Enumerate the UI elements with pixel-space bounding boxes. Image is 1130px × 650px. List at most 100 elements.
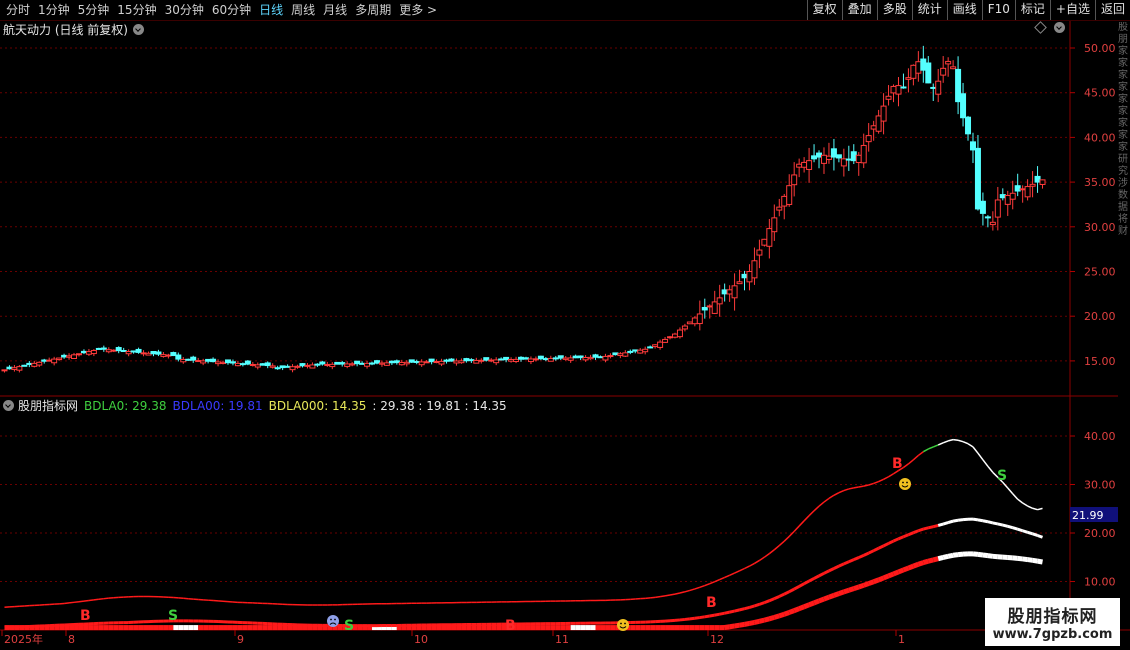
line-bdla000 — [952, 552, 959, 558]
line-bdla0 — [833, 491, 840, 496]
candle-body — [820, 154, 827, 164]
ind-highlight-label: 21.99 — [1072, 509, 1104, 522]
line-bdla000 — [783, 610, 791, 617]
candle-body — [249, 363, 256, 366]
candle-body — [657, 341, 664, 348]
line-bdla00 — [699, 615, 706, 620]
date-label: 9 — [237, 633, 244, 646]
line-bdla00 — [739, 607, 745, 612]
candle-body — [383, 362, 390, 366]
line-bdla00 — [788, 587, 795, 594]
candle-body — [31, 362, 38, 367]
candle-body — [433, 361, 440, 364]
candle-body — [542, 358, 549, 361]
candle-body — [567, 357, 574, 361]
candle-body — [448, 358, 455, 362]
line-bdla00 — [704, 614, 710, 619]
line-bdla0 — [793, 525, 800, 532]
line-bdla0 — [863, 484, 869, 487]
line-bdla0 — [942, 440, 949, 444]
candle-body — [557, 355, 564, 359]
candle-body — [811, 155, 818, 160]
line-bdla00 — [818, 571, 825, 578]
candle-body — [6, 366, 13, 370]
line-bdla0 — [788, 530, 795, 537]
line-bdla00 — [729, 609, 735, 614]
candle-body — [468, 359, 475, 362]
candle-body — [612, 352, 619, 356]
line-bdla00 — [1037, 534, 1044, 539]
candle-body — [71, 354, 78, 359]
line-bdla00 — [1007, 524, 1014, 530]
candle-body — [850, 151, 857, 162]
candle-body — [955, 68, 962, 103]
price-tick-label: 25.00 — [1084, 266, 1116, 279]
candle-body — [741, 273, 748, 279]
candle-body — [443, 359, 450, 362]
candle-body — [513, 358, 520, 362]
candle-body — [806, 160, 813, 170]
line-bdla000 — [977, 551, 984, 558]
line-bdla000 — [793, 606, 801, 613]
line-bdla00 — [694, 616, 701, 620]
line-bdla0 — [694, 586, 701, 590]
candle-body — [200, 360, 207, 364]
candle-body — [239, 363, 246, 366]
candle-body — [329, 363, 336, 368]
line-bdla000 — [1032, 557, 1038, 564]
candle-body — [627, 350, 634, 353]
line-bdla00 — [734, 608, 740, 613]
line-bdla000 — [892, 569, 900, 577]
line-bdla0 — [932, 444, 939, 448]
line-bdla0 — [729, 572, 735, 577]
candle-body — [801, 161, 808, 168]
candle-body — [190, 356, 197, 361]
line-bdla000 — [763, 616, 770, 623]
line-bdla00 — [887, 539, 895, 545]
candle-body — [940, 67, 947, 76]
candle-body — [676, 329, 683, 338]
candle-body — [597, 356, 604, 359]
line-bdla000 — [848, 586, 855, 593]
line-bdla0 — [1032, 507, 1038, 511]
candle-body — [359, 362, 366, 365]
line-bdla00 — [1012, 526, 1019, 531]
candle-body — [1009, 192, 1016, 200]
ind-tick-label: 10.00 — [1084, 576, 1116, 589]
candle-body — [314, 363, 321, 366]
candle-body — [125, 351, 132, 355]
line-bdla0 — [873, 480, 879, 485]
sad-face-icon-eye — [334, 618, 336, 621]
candle-body — [483, 357, 490, 361]
line-bdla000 — [753, 618, 760, 625]
candle-body — [56, 357, 63, 361]
candle-body — [105, 349, 112, 353]
chart-canvas[interactable]: 50.00 45.00 40.00 35.00 30.00 25.00 20.00 15.00… — [0, 0, 1130, 650]
line-bdla0 — [858, 485, 864, 488]
candle-body — [140, 352, 147, 355]
line-bdla0 — [684, 589, 691, 593]
ind-tick-label: 30.00 — [1084, 479, 1116, 492]
line-bdla0 — [972, 446, 979, 454]
candle-body — [115, 347, 122, 352]
line-bdla00 — [843, 560, 850, 566]
date-label: 8 — [68, 633, 75, 646]
line-bdla000 — [724, 624, 730, 630]
candle-body — [463, 358, 470, 362]
line-bdla000 — [773, 613, 781, 620]
line-bdla0 — [947, 438, 954, 442]
candle-body — [999, 194, 1006, 199]
line-bdla00 — [927, 525, 934, 530]
smiley-icon — [617, 619, 629, 631]
candle-body — [1034, 175, 1041, 183]
line-bdla0 — [63, 602, 70, 605]
line-bdla0 — [982, 459, 989, 467]
line-bdla00 — [932, 523, 939, 529]
price-tick-label: 30.00 — [1084, 221, 1116, 234]
candle-body — [309, 364, 316, 369]
candle-body — [1039, 179, 1046, 185]
line-bdla0 — [103, 597, 109, 600]
line-bdla0 — [1037, 507, 1043, 511]
line-bdla000 — [778, 611, 786, 619]
candle-body — [562, 357, 569, 360]
